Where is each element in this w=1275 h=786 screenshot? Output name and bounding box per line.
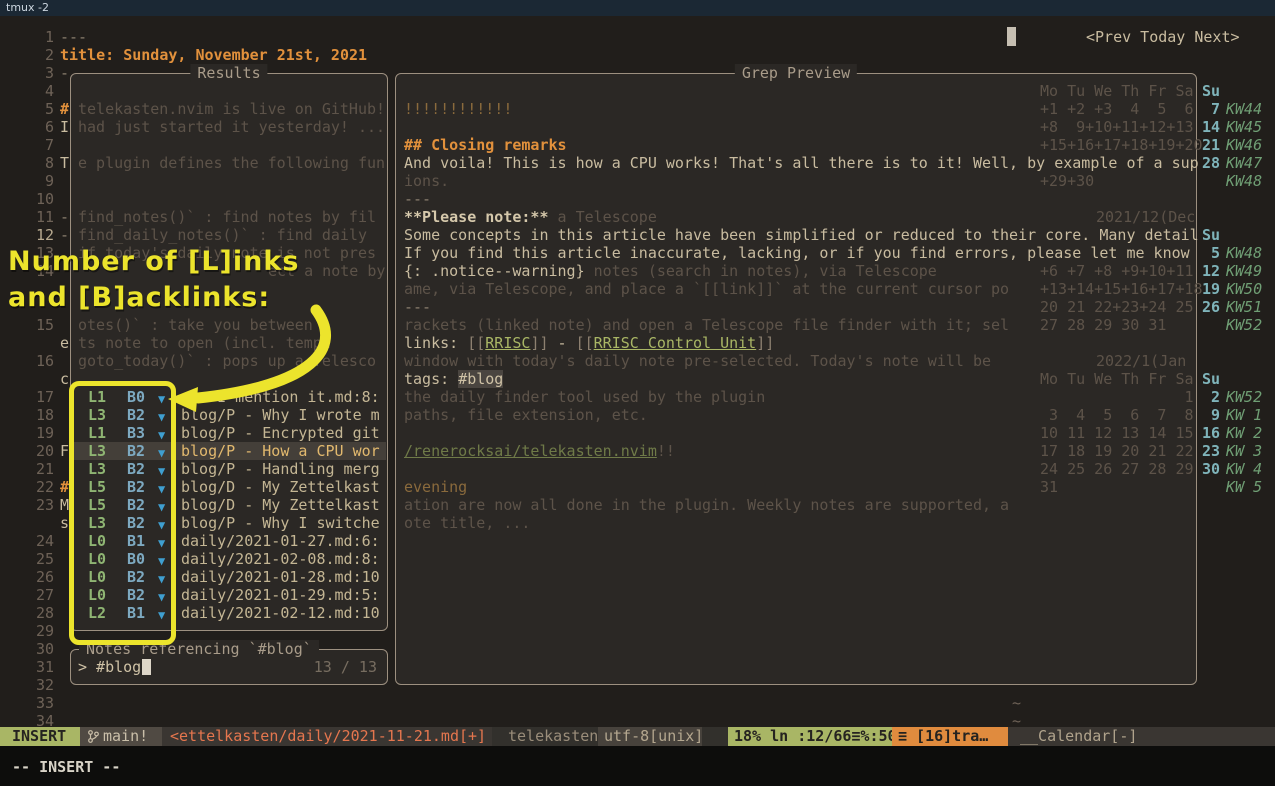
git-branch-label: main! bbox=[103, 727, 148, 745]
git-branch-segment[interactable]: main! bbox=[80, 727, 162, 746]
text-cursor bbox=[142, 659, 151, 675]
tmux-title: tmux -2 bbox=[6, 1, 49, 14]
annotation-text-1: Number of [L]inks bbox=[8, 246, 299, 277]
vim-mode-segment: INSERT bbox=[0, 727, 80, 746]
results-window-title: Results bbox=[190, 64, 267, 82]
terminal-screen: tmux -2 <Prev Today Next> Results Grep P… bbox=[0, 0, 1275, 786]
search-input[interactable]: > #blog bbox=[78, 658, 141, 676]
whitespace-warning-segment: ≡ [16]tra… bbox=[892, 727, 1008, 746]
cursor-position-segment: 18% ln :12/66≡%:50 bbox=[728, 727, 892, 746]
grep-preview-window-title: Grep Preview bbox=[735, 64, 857, 82]
mode-indicator-text: -- INSERT -- bbox=[12, 758, 120, 776]
tmux-title-bar: tmux -2 bbox=[0, 0, 1275, 16]
calendar-statusline-segment: __Calendar[-] bbox=[1008, 727, 1275, 746]
results-counter: 13 / 13 bbox=[314, 658, 377, 676]
annotation-arrow-icon bbox=[150, 295, 360, 415]
calendar-nav[interactable]: <Prev Today Next> bbox=[1086, 28, 1240, 46]
git-branch-icon bbox=[88, 730, 99, 743]
filename-segment[interactable]: <ettelkasten/daily/2021-11-21.md[+] bbox=[162, 727, 492, 746]
encoding-segment: utf-8[unix] bbox=[598, 727, 702, 746]
pane-indicator bbox=[1007, 27, 1016, 46]
prompt-window: Notes referencing `#blog` > #blog 13 / 1… bbox=[70, 649, 388, 685]
command-line: -- INSERT -- bbox=[0, 746, 1275, 786]
statusline: INSERT main! <ettelkasten/daily/2021-11-… bbox=[0, 727, 1275, 746]
grep-preview-window: Grep Preview bbox=[395, 73, 1197, 685]
annotation-highlight-box bbox=[69, 381, 176, 645]
